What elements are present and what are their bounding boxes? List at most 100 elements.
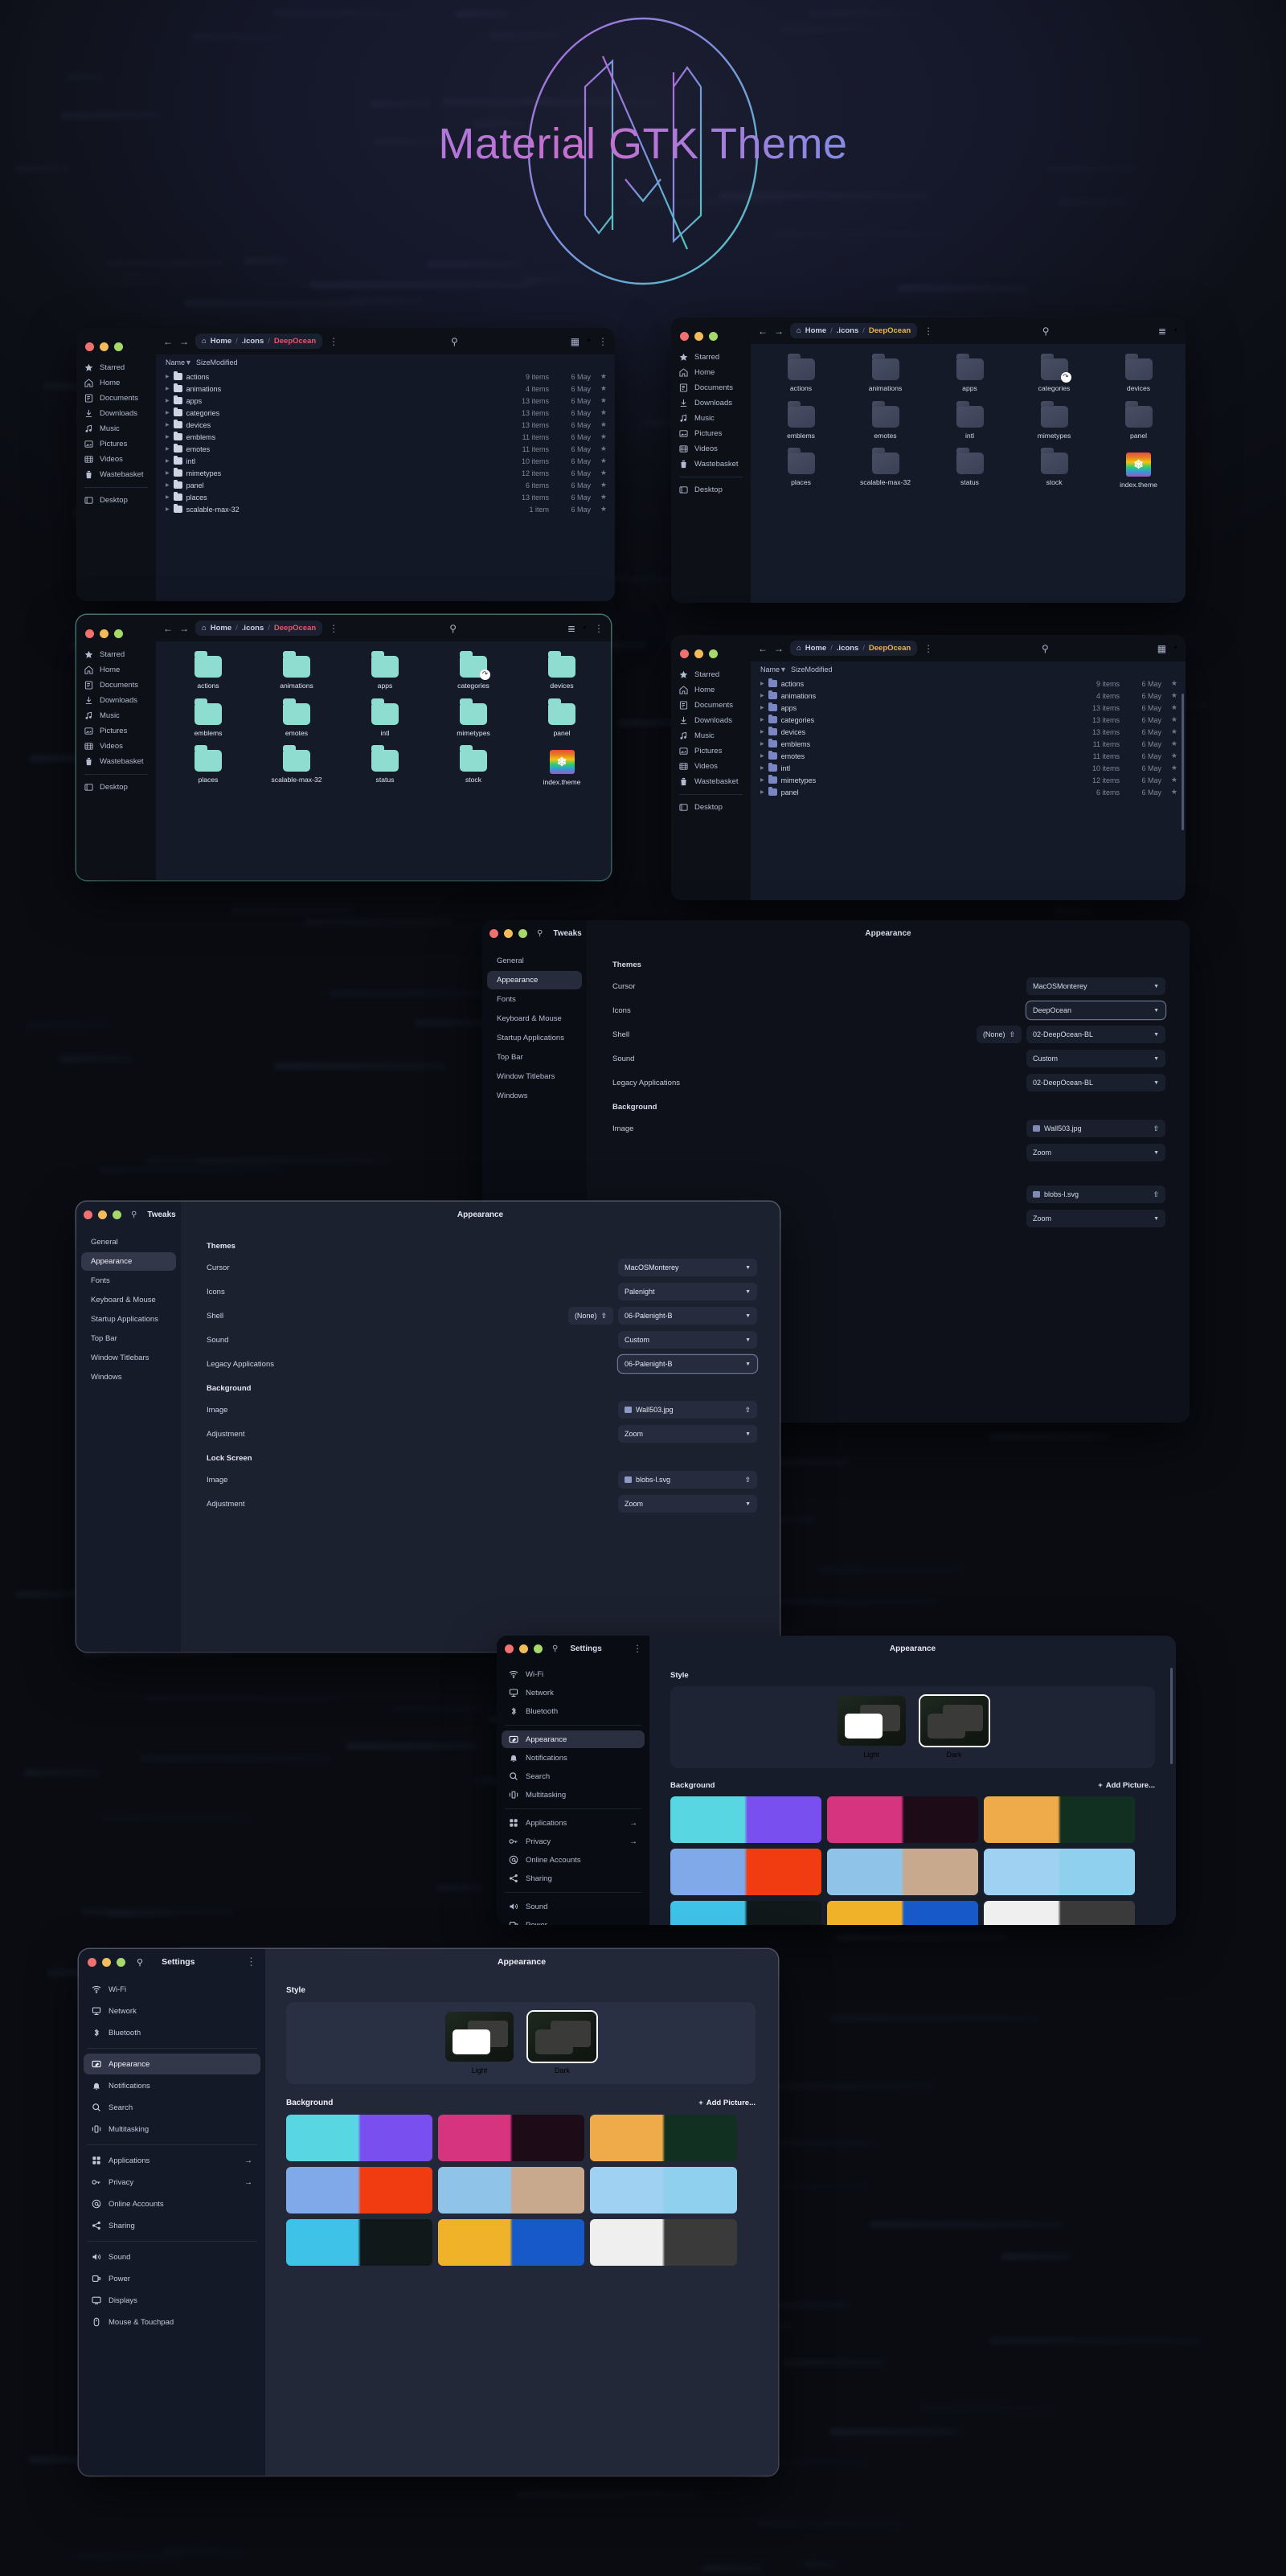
style-selector[interactable]: Light Dark bbox=[286, 2002, 756, 2084]
star-icon[interactable]: ★ bbox=[1161, 679, 1177, 688]
expand-triangle-icon[interactable]: ▶ bbox=[166, 470, 170, 476]
sidebar-item-notifications[interactable]: Notifications bbox=[84, 2075, 260, 2096]
sidebar-item-wastebasket[interactable]: Wastebasket bbox=[76, 754, 156, 769]
file-manager-window-grid-dark[interactable]: Starred Home Documents Downloads Music Pictur… bbox=[671, 317, 1186, 603]
field-select-sound[interactable]: Custom ▼ bbox=[1026, 1050, 1165, 1067]
sidebar-item-videos[interactable]: Videos bbox=[671, 441, 751, 457]
view-list-icon[interactable]: ≣ bbox=[567, 624, 575, 633]
wallpaper-grid[interactable] bbox=[670, 1796, 1155, 1925]
expand-triangle-icon[interactable]: ▶ bbox=[166, 422, 170, 428]
minimize-button[interactable] bbox=[519, 1644, 528, 1653]
forward-icon[interactable]: → bbox=[179, 337, 189, 346]
star-icon[interactable]: ★ bbox=[1161, 715, 1177, 724]
breadcrumb-icons[interactable]: .icons bbox=[242, 624, 264, 633]
star-icon[interactable]: ★ bbox=[591, 444, 607, 453]
minimize-button[interactable] bbox=[102, 1957, 111, 1967]
close-button[interactable] bbox=[84, 1210, 92, 1219]
sidebar-item-notifications[interactable]: Notifications bbox=[502, 1749, 645, 1767]
sidebar-item-privacy[interactable]: Privacy → bbox=[502, 1833, 645, 1850]
grid-item[interactable]: ❄ index.theme bbox=[518, 745, 606, 795]
field-select-icons[interactable]: DeepOcean ▼ bbox=[1026, 1001, 1165, 1019]
path-menu-icon[interactable]: ⋮ bbox=[924, 326, 933, 337]
table-row[interactable]: ▶ scalable-max-32 1 item 6 May ★ bbox=[156, 503, 615, 515]
table-row[interactable]: ▶ actions 9 items 6 May ★ bbox=[751, 678, 1186, 690]
shell-theme-none-button[interactable]: (None) ⇧ bbox=[567, 1307, 613, 1325]
expand-triangle-icon[interactable]: ▶ bbox=[760, 753, 764, 759]
grid-item[interactable]: scalable-max-32 bbox=[252, 745, 341, 795]
col-modified[interactable]: Modified bbox=[805, 666, 832, 674]
sidebar-item-music[interactable]: Music bbox=[76, 708, 156, 723]
chevron-down-icon[interactable]: ▼ bbox=[586, 338, 592, 344]
breadcrumb[interactable]: ⌂ Home / .icons / DeepOcean bbox=[790, 641, 918, 656]
sidebar-item-bluetooth[interactable]: Bluetooth bbox=[84, 2022, 260, 2043]
grid-item[interactable]: emblems bbox=[164, 698, 252, 746]
star-icon[interactable]: ★ bbox=[1161, 788, 1177, 797]
sidebar-item-wi-fi[interactable]: Wi-Fi bbox=[502, 1665, 645, 1683]
sidebar-item-pictures[interactable]: Pictures bbox=[76, 723, 156, 739]
sidebar-item-sound[interactable]: Sound bbox=[84, 2246, 260, 2267]
sidebar-item-keyboard-mouse[interactable]: Keyboard & Mouse bbox=[81, 1291, 176, 1309]
file-manager-window-list-purple[interactable]: Starred Home Documents Downloads Music Pictur… bbox=[671, 635, 1186, 900]
wallpaper-thumbnail[interactable] bbox=[590, 2219, 737, 2266]
chevron-down-icon[interactable]: ▼ bbox=[582, 625, 588, 631]
chevron-down-icon[interactable]: ▼ bbox=[1173, 645, 1178, 651]
search-icon[interactable]: ⚲ bbox=[131, 1210, 137, 1219]
maximize-button[interactable] bbox=[709, 332, 718, 341]
grid-item[interactable]: emblems bbox=[759, 400, 843, 448]
expand-triangle-icon[interactable]: ▶ bbox=[166, 434, 170, 440]
sidebar-item-documents[interactable]: Documents bbox=[76, 391, 156, 406]
table-row[interactable]: ▶ panel 6 items 6 May ★ bbox=[156, 479, 615, 491]
view-grid-icon[interactable]: ▦ bbox=[571, 337, 580, 346]
sidebar-item-fonts[interactable]: Fonts bbox=[487, 990, 582, 1009]
table-row[interactable]: ▶ categories 13 items 6 May ★ bbox=[156, 407, 615, 419]
sidebar-item-desktop[interactable]: Desktop bbox=[76, 780, 156, 795]
expand-triangle-icon[interactable]: ▶ bbox=[166, 386, 170, 391]
back-icon[interactable]: ← bbox=[163, 337, 173, 346]
table-row[interactable]: ▶ apps 13 items 6 May ★ bbox=[156, 395, 615, 407]
grid-item[interactable]: status bbox=[341, 745, 429, 795]
wallpaper-grid[interactable] bbox=[286, 2115, 756, 2266]
search-icon[interactable]: ⚲ bbox=[137, 1957, 143, 1968]
sidebar-item-fonts[interactable]: Fonts bbox=[81, 1272, 176, 1290]
window-controls[interactable] bbox=[76, 620, 156, 647]
grid-item[interactable]: scalable-max-32 bbox=[843, 448, 928, 498]
star-icon[interactable]: ★ bbox=[1161, 764, 1177, 772]
minimize-button[interactable] bbox=[100, 342, 109, 351]
sidebar-item-documents[interactable]: Documents bbox=[76, 678, 156, 693]
sidebar-item-sharing[interactable]: Sharing bbox=[84, 2215, 260, 2236]
star-icon[interactable]: ★ bbox=[591, 384, 607, 393]
sidebar-item-documents[interactable]: Documents bbox=[671, 698, 751, 713]
maximize-button[interactable] bbox=[113, 1210, 121, 1219]
expand-triangle-icon[interactable]: ▶ bbox=[166, 398, 170, 403]
sidebar-item-startup-applications[interactable]: Startup Applications bbox=[487, 1029, 582, 1047]
table-row[interactable]: ▶ animations 4 items 6 May ★ bbox=[156, 383, 615, 395]
path-menu-icon[interactable]: ⋮ bbox=[329, 623, 338, 634]
star-icon[interactable]: ★ bbox=[1161, 752, 1177, 760]
wallpaper-thumbnail[interactable] bbox=[286, 2167, 433, 2214]
sidebar-item-windows[interactable]: Windows bbox=[487, 1087, 582, 1105]
sidebar-item-appearance[interactable]: Appearance bbox=[84, 2054, 260, 2074]
grid-item[interactable]: mimetypes bbox=[429, 698, 518, 746]
wallpaper-thumbnail[interactable] bbox=[984, 1796, 1136, 1843]
table-row[interactable]: ▶ intl 10 items 6 May ★ bbox=[751, 762, 1186, 774]
search-icon[interactable]: ⚲ bbox=[552, 1644, 558, 1653]
breadcrumb-icons[interactable]: .icons bbox=[837, 644, 858, 653]
close-button[interactable] bbox=[85, 342, 94, 351]
grid-item[interactable]: status bbox=[928, 448, 1012, 498]
table-row[interactable]: ▶ actions 9 items 6 May ★ bbox=[156, 371, 615, 383]
maximize-button[interactable] bbox=[117, 1957, 125, 1967]
expand-triangle-icon[interactable]: ▶ bbox=[760, 705, 764, 711]
minimize-button[interactable] bbox=[100, 629, 109, 638]
path-menu-icon[interactable]: ⋮ bbox=[329, 336, 338, 347]
star-icon[interactable]: ★ bbox=[1161, 739, 1177, 748]
maximize-button[interactable] bbox=[114, 342, 123, 351]
upload-icon[interactable]: ⇧ bbox=[744, 1406, 751, 1415]
sidebar-item-top-bar[interactable]: Top Bar bbox=[81, 1329, 176, 1348]
star-icon[interactable]: ★ bbox=[591, 493, 607, 502]
wallpaper-thumbnail[interactable] bbox=[984, 1901, 1136, 1925]
grid-item[interactable]: devices bbox=[518, 651, 606, 698]
sidebar-item-mouse-touchpad[interactable]: Mouse & Touchpad bbox=[84, 2312, 260, 2332]
breadcrumb-home[interactable]: Home bbox=[211, 337, 231, 346]
grid-item[interactable]: places bbox=[759, 448, 843, 498]
minimize-button[interactable] bbox=[694, 649, 703, 658]
